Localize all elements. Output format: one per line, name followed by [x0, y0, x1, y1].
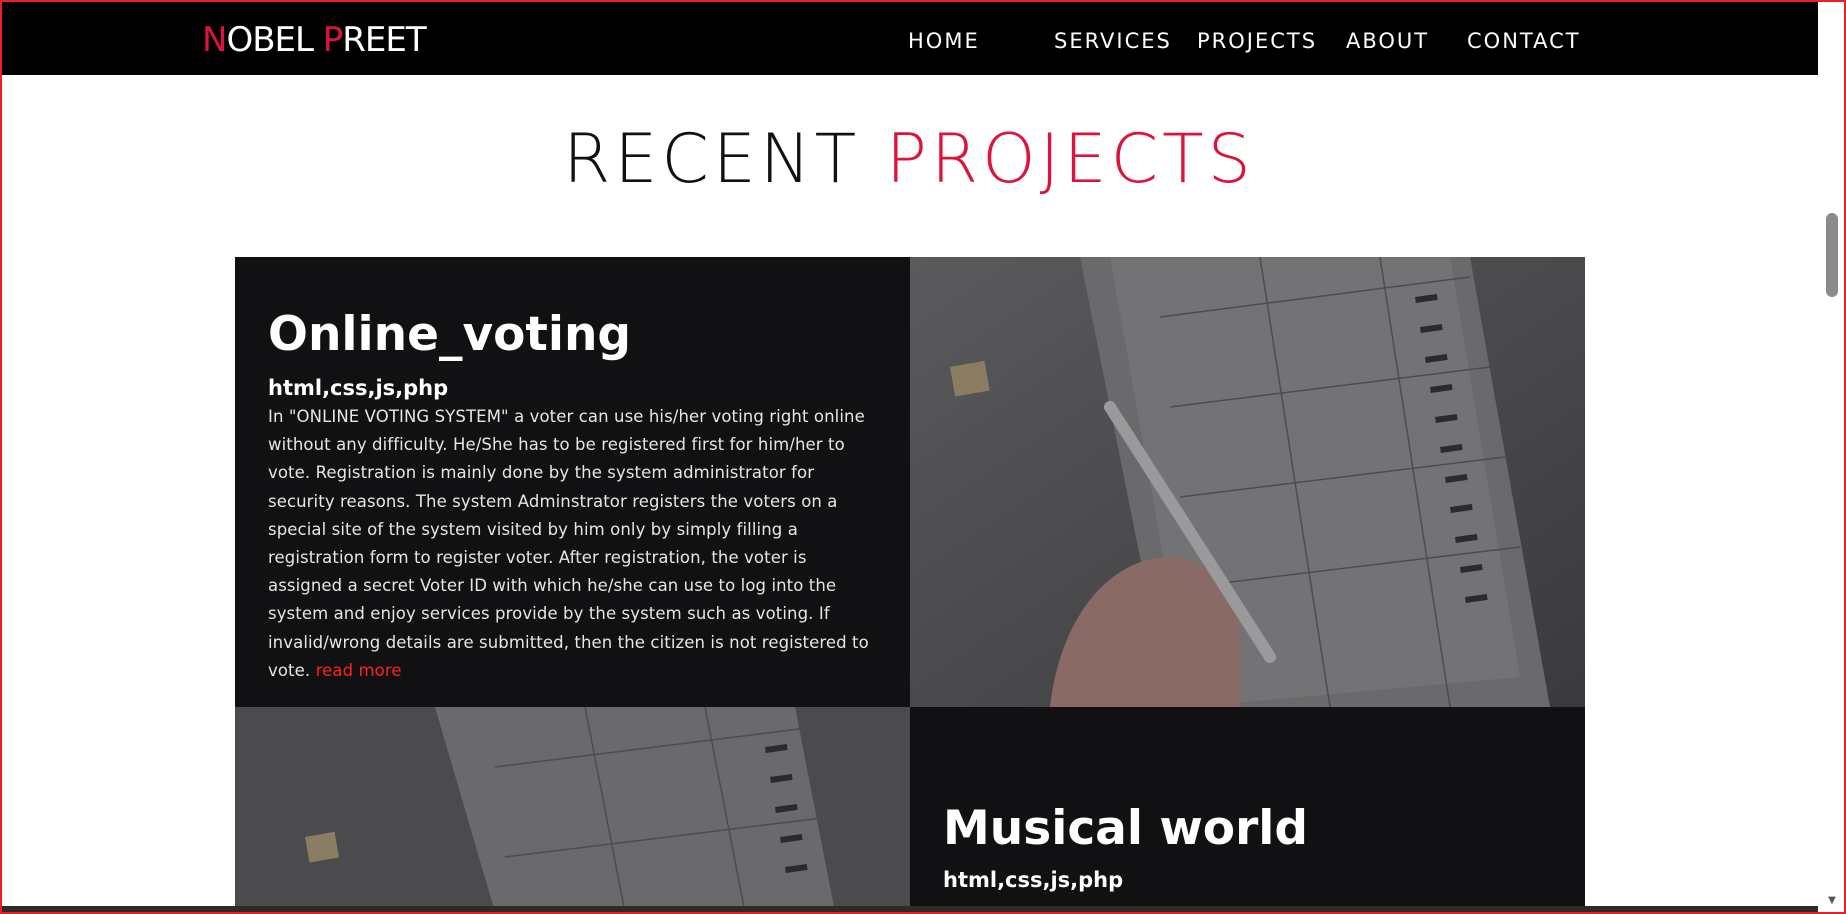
- logo-letter-n: N: [202, 20, 227, 60]
- title-plain: RECENT: [563, 120, 886, 199]
- project-description-text: In "ONLINE VOTING SYSTEM" a voter can us…: [268, 407, 869, 680]
- project-tech: html,css,js,php: [943, 868, 1124, 892]
- planner-photo: [910, 257, 1585, 707]
- nav-contact[interactable]: CONTACT: [1467, 28, 1581, 54]
- bottom-edge: [2, 906, 1818, 912]
- project-card-online-voting: Online_voting html,css,js,php In "ONLINE…: [235, 257, 910, 707]
- planner-photo-2: [235, 707, 910, 912]
- logo-letter-p: P: [322, 20, 343, 60]
- nav-services[interactable]: SERVICES: [1054, 28, 1172, 54]
- title-accent: PROJECTS: [885, 120, 1255, 199]
- project-image-planner-2: [235, 707, 910, 912]
- logo-text-obel: OBEL: [226, 20, 323, 60]
- logo-text-reet: REET: [342, 20, 426, 60]
- section-title: RECENT PROJECTS: [0, 120, 1818, 200]
- project-title: Online_voting: [268, 307, 632, 362]
- scroll-down-arrow-icon[interactable]: ▼: [1826, 896, 1838, 906]
- read-more-link[interactable]: read more: [316, 661, 402, 680]
- project-card-musical-world: Musical world html,css,js,php: [910, 707, 1585, 912]
- project-image-planner: [910, 257, 1585, 707]
- navbar: NOBEL PREET HOME SERVICES PROJECTS ABOUT…: [2, 2, 1818, 75]
- site-logo[interactable]: NOBEL PREET: [202, 20, 427, 60]
- nav-about[interactable]: ABOUT: [1346, 28, 1429, 54]
- nav-projects[interactable]: PROJECTS: [1197, 28, 1317, 54]
- nav-home[interactable]: HOME: [908, 28, 980, 54]
- project-description: In "ONLINE VOTING SYSTEM" a voter can us…: [268, 403, 878, 685]
- project-title: Musical world: [943, 801, 1309, 856]
- project-tech: html,css,js,php: [268, 376, 449, 400]
- page-scrollbar[interactable]: ▼: [1820, 76, 1844, 912]
- scrollbar-thumb[interactable]: [1826, 213, 1838, 297]
